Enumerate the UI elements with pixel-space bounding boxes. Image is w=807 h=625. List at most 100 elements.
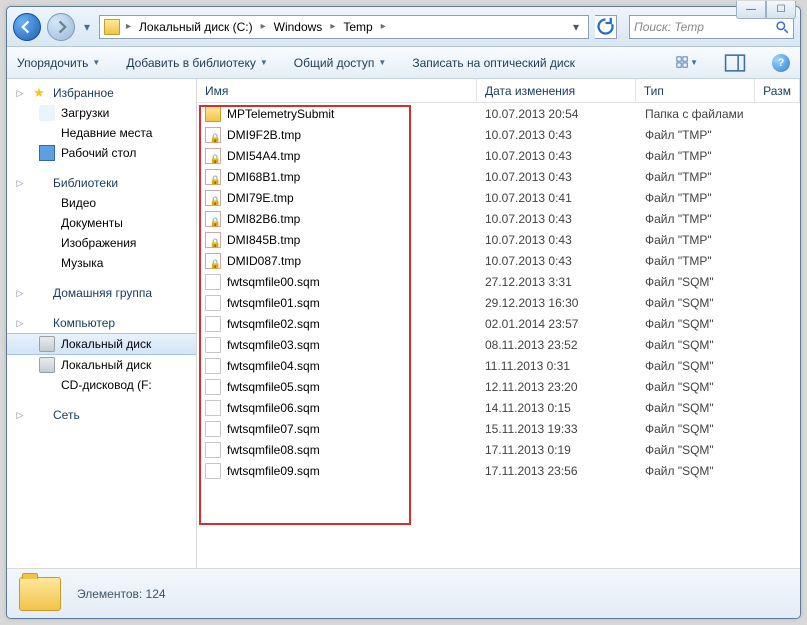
- file-row[interactable]: DMI79E.tmp10.07.2013 0:41Файл "TMP": [197, 187, 800, 208]
- sidebar-item-music[interactable]: Музыка: [7, 253, 196, 273]
- column-size[interactable]: Разм: [755, 79, 800, 102]
- back-button[interactable]: [13, 13, 41, 41]
- file-row[interactable]: fwtsqmfile08.sqm17.11.2013 0:19Файл "SQM…: [197, 439, 800, 460]
- chevron-right-icon[interactable]: ▸: [259, 21, 268, 32]
- lock-icon: [205, 253, 221, 269]
- star-icon: [31, 85, 47, 101]
- file-name: fwtsqmfile01.sqm: [227, 296, 485, 310]
- computer-icon: [31, 315, 47, 331]
- file-row[interactable]: fwtsqmfile00.sqm27.12.2013 3:31Файл "SQM…: [197, 271, 800, 292]
- sidebar-item-cddrive[interactable]: CD-дисковод (F:: [7, 375, 196, 395]
- network-group[interactable]: ▷Сеть: [7, 405, 196, 425]
- help-button[interactable]: ?: [772, 54, 790, 72]
- breadcrumb-0[interactable]: Локальный диск (C:): [137, 20, 255, 34]
- sidebar-item-recent[interactable]: Недавние места: [7, 123, 196, 143]
- file-icon: [205, 442, 221, 458]
- file-row[interactable]: fwtsqmfile06.sqm14.11.2013 0:15Файл "SQM…: [197, 397, 800, 418]
- column-date[interactable]: Дата изменения: [477, 79, 636, 102]
- organize-menu[interactable]: Упорядочить▼: [17, 56, 100, 70]
- add-to-library-menu[interactable]: Добавить в библиотеку▼: [126, 56, 267, 70]
- file-date: 10.07.2013 0:43: [485, 128, 645, 142]
- share-menu[interactable]: Общий доступ▼: [294, 56, 387, 70]
- refresh-button[interactable]: [595, 15, 617, 39]
- file-type: Файл "SQM": [645, 422, 765, 436]
- file-date: 10.07.2013 0:41: [485, 191, 645, 205]
- file-icon: [205, 421, 221, 437]
- file-row[interactable]: fwtsqmfile03.sqm08.11.2013 23:52Файл "SQ…: [197, 334, 800, 355]
- burn-button[interactable]: Записать на оптический диск: [412, 56, 575, 70]
- library-icon: [31, 175, 47, 191]
- file-type: Файл "TMP": [645, 128, 765, 142]
- file-row[interactable]: DMI68B1.tmp10.07.2013 0:43Файл "TMP": [197, 166, 800, 187]
- file-name: DMI82B6.tmp: [227, 212, 485, 226]
- file-type: Файл "SQM": [645, 317, 765, 331]
- file-row[interactable]: fwtsqmfile04.sqm11.11.2013 0:31Файл "SQM…: [197, 355, 800, 376]
- file-date: 15.11.2013 19:33: [485, 422, 645, 436]
- file-type: Файл "TMP": [645, 149, 765, 163]
- file-type: Файл "TMP": [645, 170, 765, 184]
- file-row[interactable]: fwtsqmfile01.sqm29.12.2013 16:30Файл "SQ…: [197, 292, 800, 313]
- address-bar[interactable]: ▸ Локальный диск (C:) ▸ Windows ▸ Temp ▸…: [99, 15, 589, 39]
- file-date: 17.11.2013 0:19: [485, 443, 645, 457]
- file-type: Файл "TMP": [645, 254, 765, 268]
- sidebar-item-downloads[interactable]: Загрузки: [7, 103, 196, 123]
- chevron-down-icon: ▼: [378, 58, 386, 67]
- file-name: DMI54A4.tmp: [227, 149, 485, 163]
- explorer-body: ▷Избранное Загрузки Недавние места Рабоч…: [7, 79, 800, 568]
- chevron-down-icon: ▼: [690, 58, 698, 67]
- file-row[interactable]: MPTelemetrySubmit10.07.2013 20:54Папка с…: [197, 103, 800, 124]
- preview-pane-button[interactable]: [724, 52, 746, 74]
- chevron-right-icon[interactable]: ▸: [328, 21, 337, 32]
- file-row[interactable]: fwtsqmfile05.sqm12.11.2013 23:20Файл "SQ…: [197, 376, 800, 397]
- file-name: fwtsqmfile03.sqm: [227, 338, 485, 352]
- file-date: 10.07.2013 0:43: [485, 149, 645, 163]
- file-type: Файл "SQM": [645, 464, 765, 478]
- view-icon: [676, 56, 688, 68]
- sidebar-item-localdisk-c[interactable]: Локальный диск: [7, 333, 196, 355]
- file-row[interactable]: DMI845B.tmp10.07.2013 0:43Файл "TMP": [197, 229, 800, 250]
- column-type[interactable]: Тип: [636, 79, 755, 102]
- breadcrumb-2[interactable]: Temp: [341, 20, 374, 34]
- sidebar-item-images[interactable]: Изображения: [7, 233, 196, 253]
- computer-group[interactable]: ▷Компьютер: [7, 313, 196, 333]
- forward-button[interactable]: [47, 13, 75, 41]
- sidebar-item-desktop[interactable]: Рабочий стол: [7, 143, 196, 163]
- file-date: 02.01.2014 23:57: [485, 317, 645, 331]
- nav-history-dropdown[interactable]: ▾: [81, 13, 93, 41]
- sidebar-item-documents[interactable]: Документы: [7, 213, 196, 233]
- titlebar: ▾ ▸ Локальный диск (C:) ▸ Windows ▸ Temp…: [7, 7, 800, 47]
- lock-icon: [205, 148, 221, 164]
- search-placeholder: Поиск: Temp: [634, 20, 704, 34]
- lock-icon: [205, 232, 221, 248]
- view-options-button[interactable]: ▼: [676, 52, 698, 74]
- address-dropdown[interactable]: ▾: [568, 20, 584, 34]
- file-row[interactable]: DMI82B6.tmp10.07.2013 0:43Файл "TMP": [197, 208, 800, 229]
- file-rows: MPTelemetrySubmit10.07.2013 20:54Папка с…: [197, 103, 800, 568]
- maximize-button[interactable]: ☐: [766, 1, 796, 19]
- lock-icon: [205, 169, 221, 185]
- file-row[interactable]: DMI54A4.tmp10.07.2013 0:43Файл "TMP": [197, 145, 800, 166]
- chevron-right-icon[interactable]: ▸: [124, 21, 133, 32]
- file-row[interactable]: fwtsqmfile02.sqm02.01.2014 23:57Файл "SQ…: [197, 313, 800, 334]
- sidebar-item-localdisk-d[interactable]: Локальный диск: [7, 355, 196, 375]
- file-icon: [205, 379, 221, 395]
- breadcrumb-1[interactable]: Windows: [272, 20, 325, 34]
- column-name[interactable]: Имя: [197, 79, 477, 102]
- minimize-button[interactable]: —: [736, 1, 766, 19]
- file-row[interactable]: fwtsqmfile09.sqm17.11.2013 23:56Файл "SQ…: [197, 460, 800, 481]
- explorer-window: — ☐ ▾ ▸ Локальный диск (C:) ▸ Windows ▸ …: [6, 6, 801, 619]
- homegroup-group[interactable]: ▷Домашняя группа: [7, 283, 196, 303]
- file-row[interactable]: DMID087.tmp10.07.2013 0:43Файл "TMP": [197, 250, 800, 271]
- sidebar-item-video[interactable]: Видео: [7, 193, 196, 213]
- folder-icon: [19, 577, 61, 611]
- file-icon: [205, 400, 221, 416]
- chevron-down-icon: ▼: [92, 58, 100, 67]
- file-row[interactable]: fwtsqmfile07.sqm15.11.2013 19:33Файл "SQ…: [197, 418, 800, 439]
- window-controls: — ☐: [736, 1, 796, 19]
- file-icon: [205, 337, 221, 353]
- chevron-right-icon[interactable]: ▸: [379, 21, 388, 32]
- file-date: 10.07.2013 20:54: [485, 107, 645, 121]
- libraries-group[interactable]: ▷Библиотеки: [7, 173, 196, 193]
- favorites-group[interactable]: ▷Избранное: [7, 83, 196, 103]
- file-row[interactable]: DMI9F2B.tmp10.07.2013 0:43Файл "TMP": [197, 124, 800, 145]
